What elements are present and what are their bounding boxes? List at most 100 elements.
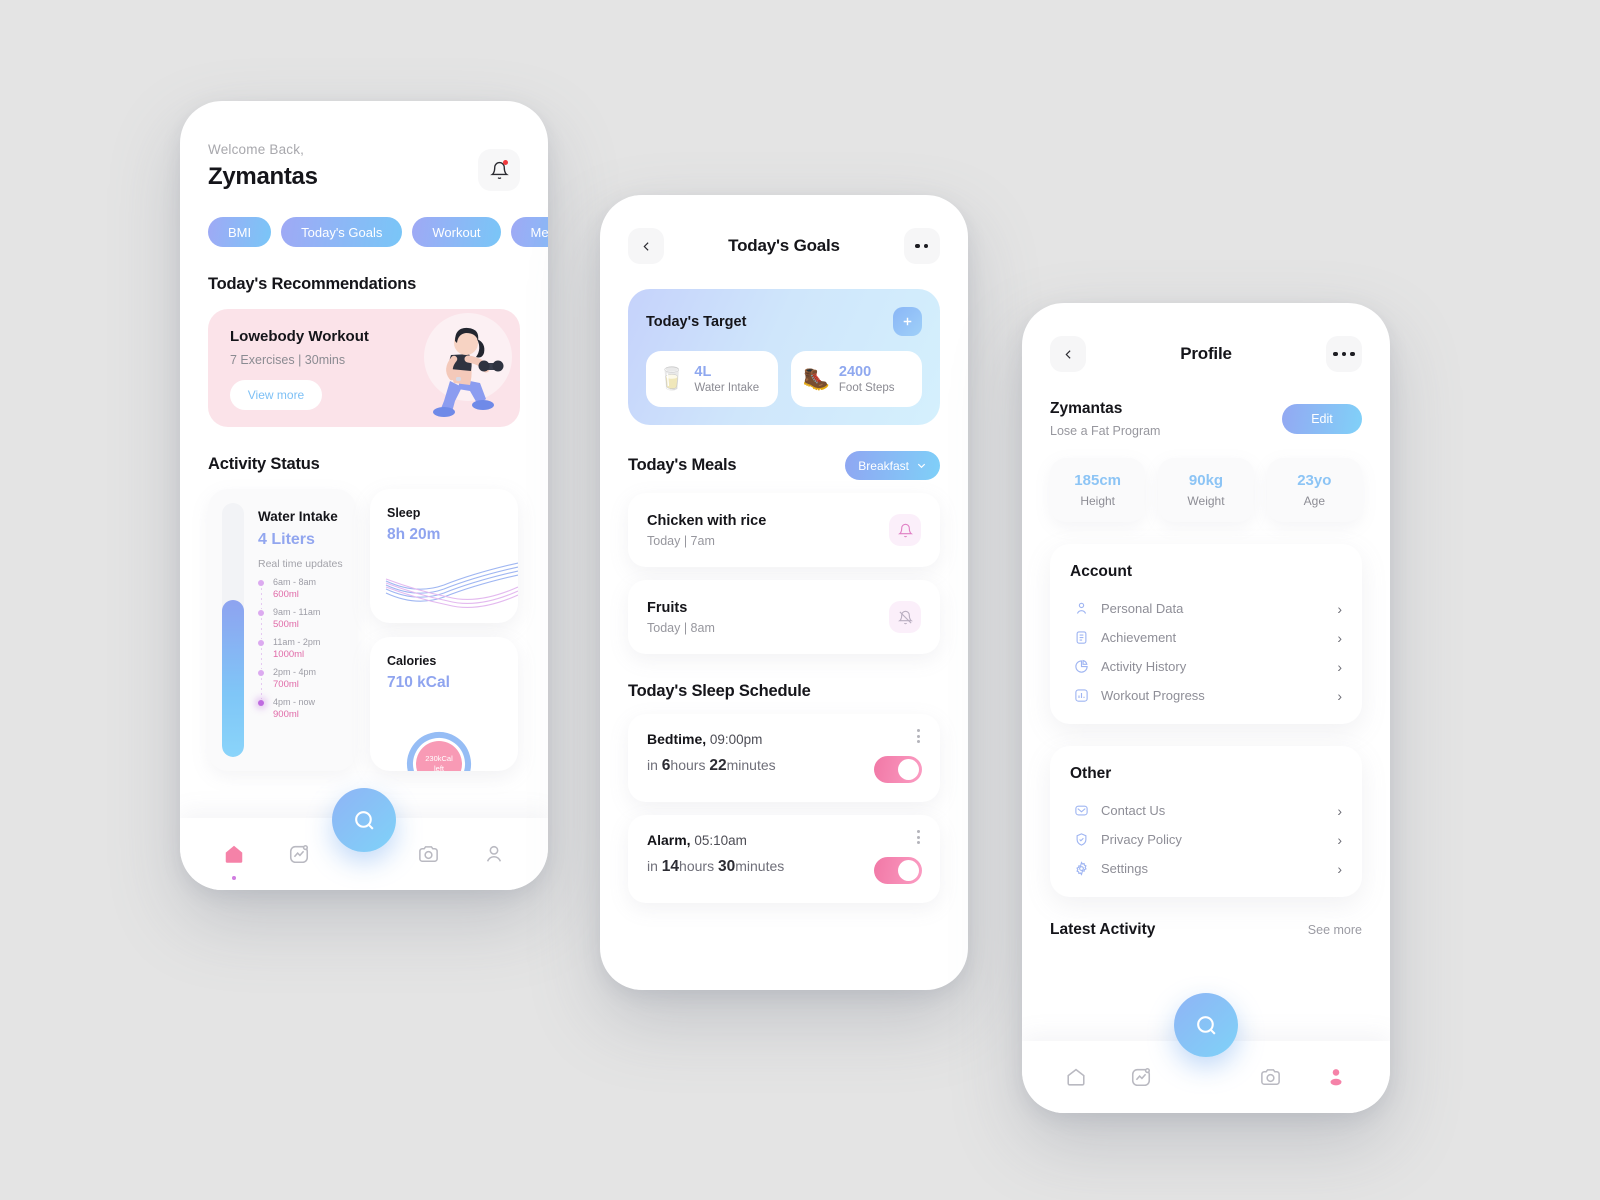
bedtime-time: 09:00pm xyxy=(709,732,763,747)
countdown-minutes-unit: minutes xyxy=(735,858,785,874)
goals-page-title: Today's Goals xyxy=(728,236,840,255)
activity-status-title: Activity Status xyxy=(208,455,320,473)
meal-filter-dropdown[interactable]: Breakfast xyxy=(845,451,940,480)
add-target-button[interactable] xyxy=(893,307,922,336)
nav-fab-placeholder xyxy=(1189,1060,1223,1094)
sleep-duration: 8h 20m xyxy=(387,526,518,544)
profile-back-button[interactable] xyxy=(1050,336,1086,372)
menu-item-personal-data[interactable]: Personal Data › xyxy=(1070,594,1342,623)
other-panel: Other Contact Us › Privacy Policy › Sett… xyxy=(1050,746,1362,897)
meal-row-chicken[interactable]: Chicken with rice Today | 7am xyxy=(628,493,940,567)
water-intake-card[interactable]: Water Intake 4 Liters Real time updates … xyxy=(208,489,356,771)
chip-meals[interactable]: Meals xyxy=(510,217,548,247)
nav-home[interactable] xyxy=(217,837,251,880)
stat-height-label: Height xyxy=(1080,494,1115,508)
chevron-down-icon xyxy=(917,463,926,469)
meals-header: Today's Meals Breakfast xyxy=(628,451,940,480)
nav-profile[interactable] xyxy=(477,837,511,871)
menu-item-privacy-policy[interactable]: Privacy Policy › xyxy=(1070,825,1342,854)
goals-topbar: Today's Goals xyxy=(628,228,940,264)
realtime-label: Real time updates xyxy=(258,558,343,570)
profile-more-button[interactable] xyxy=(1325,336,1362,372)
alarm-toggle[interactable] xyxy=(874,857,922,884)
bedtime-toggle[interactable] xyxy=(874,756,922,783)
view-more-button[interactable]: View more xyxy=(230,380,322,410)
menu-item-settings[interactable]: Settings › xyxy=(1070,854,1342,883)
account-title: Account xyxy=(1070,563,1132,580)
chip-todays-goals[interactable]: Today's Goals xyxy=(281,217,403,247)
timeline-time: 9am - 11am xyxy=(273,607,321,617)
alarm-label: Alarm, xyxy=(647,832,691,848)
target-steps-item[interactable]: 🥾 2400 Foot Steps xyxy=(790,351,922,407)
water-amount: 4 Liters xyxy=(258,531,315,548)
bedtime-label: Bedtime, xyxy=(647,731,707,747)
goals-more-button[interactable] xyxy=(903,228,940,264)
chevron-right-icon: › xyxy=(1337,687,1342,704)
stat-weight-label: Weight xyxy=(1187,494,1225,508)
menu-item-contact-us[interactable]: Contact Us › xyxy=(1070,796,1342,825)
alarm-options-button[interactable] xyxy=(917,830,920,844)
meal-name: Fruits xyxy=(647,599,688,616)
meal-row-fruits[interactable]: Fruits Today | 8am xyxy=(628,580,940,654)
stat-age: 23yo Age xyxy=(1266,458,1362,522)
menu-label: Privacy Policy xyxy=(1101,832,1182,847)
meal-reminder-toggle-off[interactable] xyxy=(889,601,921,633)
alarm-time: 05:10am xyxy=(694,833,747,848)
profile-icon xyxy=(486,845,501,862)
menu-label: Contact Us xyxy=(1101,803,1166,818)
meal-time: Today | 8am xyxy=(647,620,715,635)
countdown-hours-unit: hours xyxy=(670,757,710,773)
sleep-card[interactable]: Sleep 8h 20m xyxy=(370,489,518,623)
timeline-connector xyxy=(260,648,262,669)
bell-off-icon xyxy=(897,610,913,624)
water-timeline-entry: 4pm - now 900ml xyxy=(258,697,348,720)
profile-topbar: Profile xyxy=(1050,336,1362,372)
chip-bmi[interactable]: BMI xyxy=(208,217,272,247)
profile-name: Zymantas xyxy=(1050,400,1123,417)
water-timeline-entry: 9am - 11am 500ml xyxy=(258,607,348,639)
welcome-label: Welcome Back, xyxy=(208,142,305,157)
search-icon xyxy=(354,810,374,830)
meals-title: Today's Meals xyxy=(628,456,737,474)
category-chips: BMI Today's Goals Workout Meals xyxy=(180,217,548,247)
shield-check-icon xyxy=(1070,832,1092,847)
edit-profile-button[interactable]: Edit xyxy=(1282,404,1362,434)
todays-target-card: Today's Target 🥛 4L Water Intake 🥾 2400 … xyxy=(628,289,940,425)
sleep-minutes: 20m xyxy=(409,526,441,543)
meal-reminder-toggle-on[interactable] xyxy=(889,514,921,546)
nav-profile[interactable] xyxy=(1319,1060,1353,1094)
other-title: Other xyxy=(1070,765,1112,782)
timeline-dot xyxy=(258,700,264,706)
sleep-row-alarm[interactable]: Alarm, 05:10am in 14hours 30minutes xyxy=(628,815,940,903)
nav-camera[interactable] xyxy=(1254,1060,1288,1094)
user-icon xyxy=(1070,601,1092,616)
nav-home[interactable] xyxy=(1059,1060,1093,1094)
search-fab-button[interactable] xyxy=(1174,993,1238,1057)
target-water-item[interactable]: 🥛 4L Water Intake xyxy=(646,351,778,407)
notification-badge-dot xyxy=(503,160,508,165)
countdown-minutes-unit: minutes xyxy=(726,757,776,773)
nav-camera[interactable] xyxy=(412,837,446,871)
target-steps-label: Foot Steps xyxy=(838,382,895,394)
bedtime-options-button[interactable] xyxy=(917,729,920,743)
calories-card[interactable]: Calories 710 kCal 230kCal left xyxy=(370,637,518,771)
chip-workout[interactable]: Workout xyxy=(412,217,501,247)
see-more-link[interactable]: See more xyxy=(1308,923,1362,937)
menu-item-workout-progress[interactable]: Workout Progress › xyxy=(1070,681,1342,710)
latest-activity-header: Latest Activity See more xyxy=(1050,921,1362,939)
toggle-knob xyxy=(898,759,919,780)
envelope-icon xyxy=(1070,803,1092,818)
search-fab-button[interactable] xyxy=(332,788,396,852)
nav-activity[interactable] xyxy=(282,837,316,871)
sleep-row-bedtime[interactable]: Bedtime, 09:00pm in 6hours 22minutes xyxy=(628,714,940,802)
timeline-dot xyxy=(258,610,264,616)
nav-activity[interactable] xyxy=(1124,1060,1158,1094)
plus-icon xyxy=(903,317,912,326)
goals-back-button[interactable] xyxy=(628,228,664,264)
menu-item-activity-history[interactable]: Activity History › xyxy=(1070,652,1342,681)
countdown-minutes: 22 xyxy=(709,757,727,774)
menu-label: Activity History xyxy=(1101,659,1187,674)
menu-item-achievement[interactable]: Achievement › xyxy=(1070,623,1342,652)
recommendation-card[interactable]: Lowebody Workout 7 Exercises | 30mins Vi… xyxy=(208,309,520,427)
notification-button[interactable] xyxy=(478,149,520,191)
